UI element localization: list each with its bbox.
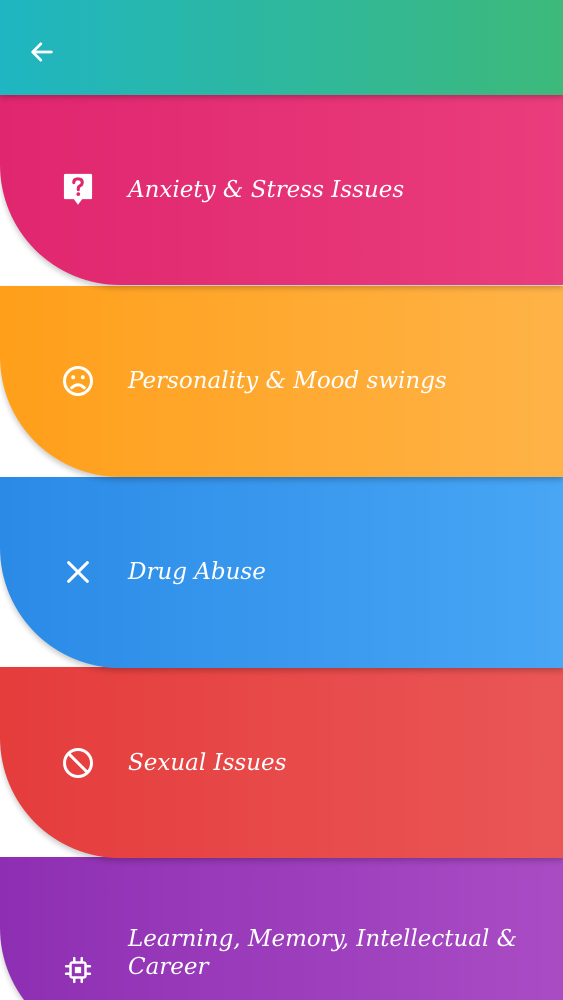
close-icon (58, 552, 98, 592)
top-app-bar (0, 0, 563, 95)
block-icon (58, 743, 98, 783)
back-button[interactable] (22, 32, 62, 72)
category-label: Learning, Memory, Intellectual & Career (128, 926, 518, 980)
category-label: Sexual Issues (128, 750, 287, 776)
category-label: Personality & Mood swings (128, 368, 447, 394)
category-card-personality[interactable]: Personality & Mood swings (0, 286, 563, 477)
category-label: Anxiety & Stress Issues (128, 177, 405, 203)
category-label: Drug Abuse (128, 559, 266, 585)
app-screen: Learning, Memory, Intellectual & Career … (0, 0, 563, 1000)
category-card-drug-abuse[interactable]: Drug Abuse (0, 477, 563, 668)
chip-icon (58, 950, 98, 990)
category-card-anxiety[interactable]: Anxiety & Stress Issues (0, 95, 563, 285)
category-card-learning[interactable]: Learning, Memory, Intellectual & Career (0, 857, 563, 1000)
category-list: Learning, Memory, Intellectual & Career … (0, 0, 563, 1000)
sad-face-icon (58, 361, 98, 401)
arrow-left-icon (28, 38, 56, 66)
category-card-sexual-issues[interactable]: Sexual Issues (0, 667, 563, 858)
help-bubble-icon (58, 170, 98, 210)
